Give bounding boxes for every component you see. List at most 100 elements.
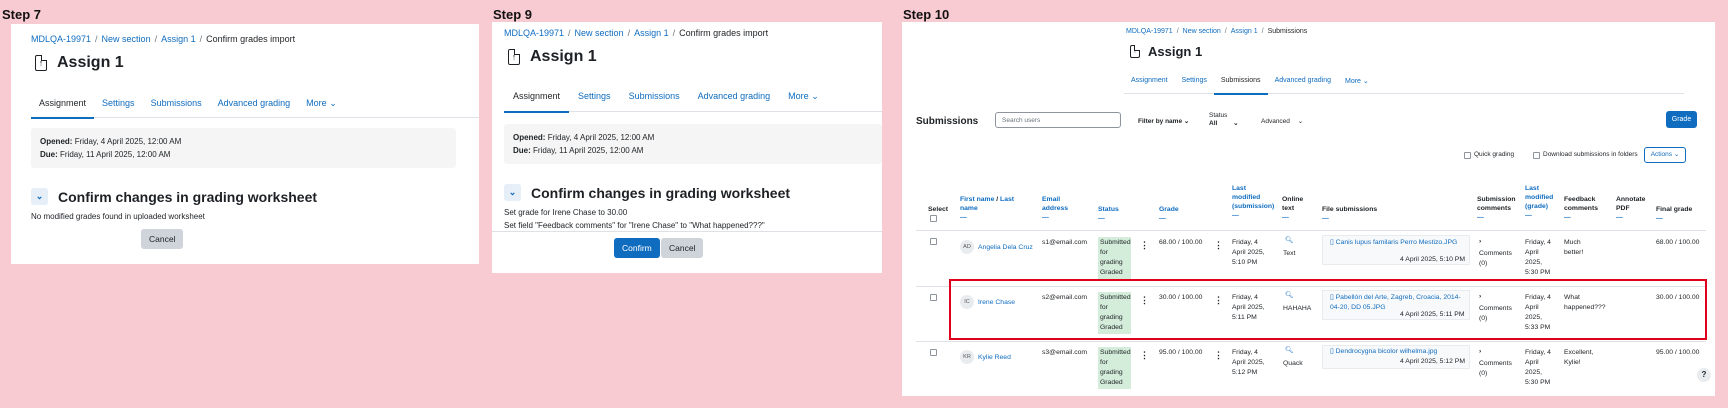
chevron-right-icon[interactable]: ›	[1479, 347, 1481, 357]
tab-submissions[interactable]: Submissions	[1213, 74, 1268, 95]
tab-advanced-grading[interactable]: Advanced grading	[210, 94, 299, 117]
file-icon: ▯	[1330, 239, 1334, 246]
tab-assignment[interactable]: Assignment	[31, 94, 95, 119]
tab-settings[interactable]: Settings	[569, 86, 620, 111]
col-grade[interactable]: Grade —	[1159, 205, 1179, 223]
tab-submissions[interactable]: Submissions	[620, 86, 689, 111]
row-select-checkbox[interactable]	[930, 238, 937, 245]
breadcrumb-course[interactable]: MDLQA-19971	[31, 34, 91, 44]
tab-settings[interactable]: Settings	[94, 94, 143, 117]
cancel-button[interactable]: Cancel	[661, 238, 704, 258]
col-annotate-pdf-collapse[interactable]: —	[1616, 214, 1623, 221]
tab-settings[interactable]: Settings	[1175, 74, 1214, 93]
student-name-link[interactable]: Angelia Dela Cruz	[978, 244, 1033, 251]
breadcrumb-assign[interactable]: Assign 1	[634, 28, 669, 38]
col-last-modified-grade-collapse[interactable]: —	[1525, 212, 1532, 219]
breadcrumb-course[interactable]: MDLQA-19971	[504, 28, 564, 38]
breadcrumb-assign[interactable]: Assign 1	[1231, 28, 1258, 35]
advanced-filter-dropdown[interactable]: Advanced ⌄	[1261, 117, 1303, 125]
cancel-button[interactable]: Cancel	[141, 229, 184, 249]
file-link[interactable]: ▯ Canis lupus familaris Perro Mestizo.JP…	[1330, 238, 1465, 248]
kebab-menu-icon[interactable]: ⋮	[1214, 240, 1223, 250]
grade-value: 68.00 / 100.00	[1159, 239, 1203, 246]
due-label: Due:	[40, 150, 58, 159]
status-filter-label: Status	[1209, 112, 1228, 119]
step-7-label: Step 7	[2, 7, 42, 22]
actions-dropdown[interactable]: Actions ⌄	[1644, 147, 1686, 163]
tab-more[interactable]: More ⌄	[779, 86, 828, 111]
col-email-collapse[interactable]: —	[1042, 214, 1049, 221]
search-icon[interactable]: 🔍︎	[1285, 236, 1294, 246]
tab-more[interactable]: More ⌄	[1338, 74, 1376, 93]
file-name[interactable]: Canis lupus familaris Perro Mestizo.JPG	[1336, 239, 1458, 246]
col-feedback-comments-collapse[interactable]: —	[1564, 214, 1571, 221]
col-email-label: Email address	[1042, 196, 1069, 212]
breadcrumb-section[interactable]: New section	[575, 28, 624, 38]
col-grade-collapse[interactable]: —	[1159, 215, 1166, 222]
kebab-menu-icon[interactable]: ⋮	[1140, 240, 1149, 250]
row-select-checkbox[interactable]	[930, 349, 937, 356]
tab-advanced-grading[interactable]: Advanced grading	[689, 86, 780, 111]
col-last-modified-submission[interactable]: Last modified (submission) —	[1232, 184, 1276, 220]
tab-submissions[interactable]: Submissions	[143, 94, 210, 117]
kebab-menu-icon[interactable]: ⋮	[1214, 350, 1223, 360]
comments-link[interactable]: Comments (0)	[1479, 249, 1515, 269]
col-last-modified-grade[interactable]: Last modified (grade) —	[1525, 184, 1555, 220]
submissions-heading: Submissions	[916, 116, 979, 127]
col-submission-comments-collapse[interactable]: —	[1477, 214, 1484, 221]
grade-button[interactable]: Grade	[1666, 111, 1697, 128]
col-name[interactable]: First name / Last name —	[960, 195, 1020, 222]
search-users-input[interactable]: Search users	[995, 112, 1121, 128]
col-name-collapse[interactable]: —	[960, 214, 967, 221]
collapse-chevron-icon[interactable]: ⌄	[31, 188, 48, 205]
step-9-panel: MDLQA-19971/New section / Assign 1/Confirm…	[492, 22, 882, 273]
col-final-grade-collapse[interactable]: —	[1656, 215, 1663, 222]
col-email[interactable]: Email address —	[1042, 195, 1074, 222]
opened-label: Opened:	[513, 133, 546, 142]
breadcrumb-section[interactable]: New section	[102, 34, 151, 44]
student-name-link[interactable]: Kylie Reed	[978, 354, 1011, 361]
tab-assignment[interactable]: Assignment	[1124, 74, 1175, 93]
collapse-chevron-icon[interactable]: ⌄	[504, 184, 521, 201]
file-name[interactable]: Dendrocygna bicolor wilhelma.jpg	[1336, 348, 1438, 355]
col-status-collapse[interactable]: —	[1098, 215, 1105, 222]
row-select-checkbox[interactable]	[930, 294, 937, 301]
col-file-submissions-collapse[interactable]: —	[1322, 215, 1329, 222]
comments-link[interactable]: Comments (0)	[1479, 359, 1515, 379]
select-all-checkbox[interactable]	[930, 215, 937, 222]
col-first-name[interactable]: First name	[960, 196, 994, 203]
col-last-modified-submission-collapse[interactable]: —	[1232, 212, 1239, 219]
download-folders-checkbox[interactable]	[1533, 152, 1540, 159]
tab-more[interactable]: More ⌄	[298, 94, 345, 117]
step-7-panel: MDLQA-19971/New section / Assign 1/Confirm…	[11, 24, 479, 264]
help-button[interactable]: ?	[1697, 368, 1711, 382]
status-filter-dropdown[interactable]: Status All ⌄	[1209, 112, 1239, 128]
breadcrumb-assign[interactable]: Assign 1	[161, 34, 196, 44]
last-modified-grade: Friday, 4 April 2025, 5:30 PM	[1525, 349, 1551, 386]
quick-grading-checkbox[interactable]	[1464, 152, 1471, 159]
col-submission-comments-label: Submission comments	[1477, 196, 1516, 212]
search-placeholder: Search users	[1002, 117, 1041, 124]
tab-more-label: More	[788, 91, 809, 101]
title-row: ↑ Assign 1	[35, 54, 124, 72]
breadcrumb-course[interactable]: MDLQA-19971	[1126, 28, 1173, 35]
search-icon[interactable]: 🔍︎	[1285, 346, 1294, 356]
tab-assignment[interactable]: Assignment	[504, 86, 570, 113]
confirm-button[interactable]: Confirm	[614, 238, 660, 258]
chevron-right-icon[interactable]: ›	[1479, 237, 1481, 247]
col-submission-comments: Submission comments —	[1477, 195, 1521, 222]
col-status[interactable]: Status —	[1098, 205, 1119, 223]
row-divider	[916, 341, 1706, 342]
col-online-text-collapse[interactable]: —	[1282, 214, 1289, 221]
col-status-label: Status	[1098, 206, 1119, 213]
tab-advanced-grading[interactable]: Advanced grading	[1268, 74, 1338, 93]
feedback-comment: Excellent, Kylie!	[1564, 349, 1594, 366]
col-file-submissions-label: File submissions	[1322, 206, 1378, 213]
filter-by-name-dropdown[interactable]: Filter by name ⌄	[1138, 117, 1189, 125]
file-link[interactable]: ▯ Dendrocygna bicolor wilhelma.jpg	[1330, 347, 1465, 357]
kebab-menu-icon[interactable]: ⋮	[1140, 350, 1149, 360]
assignment-icon: ↑	[35, 55, 47, 71]
student-name[interactable]: AD Angelia Dela Cruz	[960, 240, 1033, 254]
breadcrumb-section[interactable]: New section	[1183, 28, 1221, 35]
student-name[interactable]: KR Kylie Reed	[960, 350, 1011, 364]
